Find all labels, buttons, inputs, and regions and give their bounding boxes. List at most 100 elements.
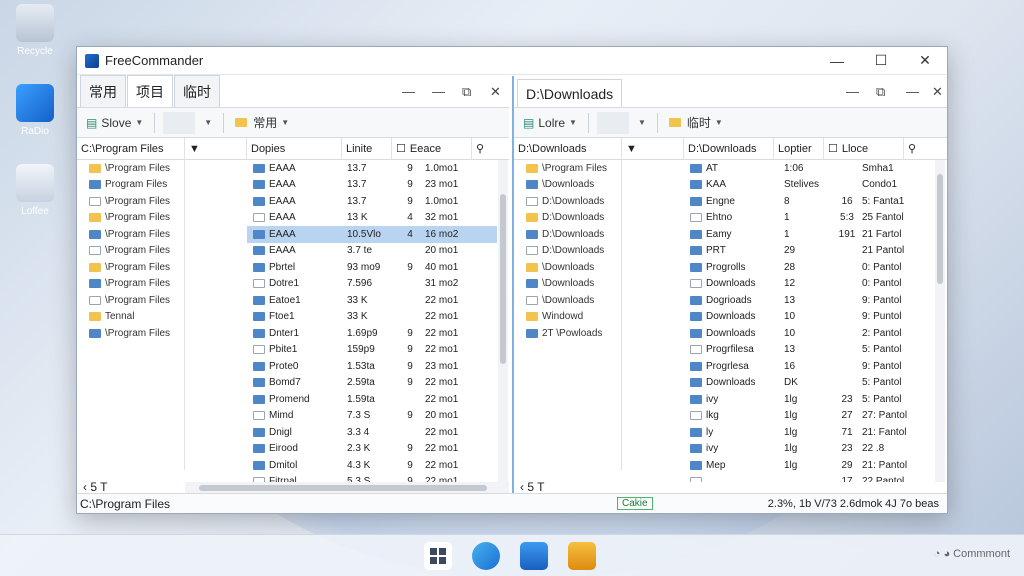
file-row[interactable]: Eamy 1 191 21 Fartol (684, 226, 934, 243)
file-row[interactable]: EAAA 13.7 9 1.0mo1 (247, 193, 497, 210)
column-type-header[interactable]: ☐ Lloce (824, 137, 904, 160)
column-size-header[interactable]: Linite (342, 137, 392, 160)
file-row[interactable]: Progrfilesa 13 5: Pantol (684, 342, 934, 359)
right-favorites-button[interactable]: 临时 ▼ (664, 112, 728, 134)
file-explorer-taskbar-icon[interactable] (568, 542, 596, 570)
file-row[interactable]: Promend 1.59ta 22 mo1 (247, 391, 497, 408)
tab-project[interactable]: 项目 (127, 75, 173, 107)
desktop-icon-radio[interactable]: RaDio (10, 84, 60, 137)
tree-item[interactable]: 2T \Powloads (514, 325, 621, 342)
tree-item[interactable]: \Program Files (77, 193, 184, 210)
tab-downloads[interactable]: D:\Downloads (517, 79, 623, 107)
tree-item[interactable]: \Program Files (77, 226, 184, 243)
tree-item[interactable]: \Program Files (77, 276, 184, 293)
file-row[interactable]: Mep 1lg 29 21: Pantol (684, 457, 934, 474)
maximize-button[interactable]: ☐ (859, 52, 903, 69)
tree-item[interactable]: D:\Downloads (514, 243, 621, 260)
file-row[interactable]: Fitrnal 5.3 S 9 22 mo1 (247, 474, 497, 482)
blank-dropdown[interactable] (163, 111, 196, 134)
tree-item[interactable]: \Downloads (514, 177, 621, 194)
file-row[interactable]: Dotre1 7.596 31 mo2 (247, 276, 497, 293)
pane-minimize-icon[interactable]: — (402, 84, 415, 99)
tree-header[interactable]: D:\Downloads (514, 137, 622, 160)
file-row[interactable]: EAAA 13.7 9 23 mo1 (247, 177, 497, 194)
left-favorites-button[interactable]: 常用 ▼ (230, 112, 294, 134)
file-row[interactable]: Eirood 2.3 K 9 22 mo1 (247, 441, 497, 458)
file-row[interactable]: Bomd7 2.59ta 9 22 mo1 (247, 375, 497, 392)
mail-taskbar-icon[interactable] (520, 542, 548, 570)
column-type-header[interactable]: ☐ Eeace (392, 137, 472, 160)
tree-item[interactable]: \Program Files (77, 325, 184, 342)
tree-header[interactable]: C:\Program Files (77, 137, 185, 160)
tree-item[interactable]: \Program Files (514, 160, 621, 177)
tree-item[interactable]: \Downloads (514, 292, 621, 309)
tree-item[interactable]: Tennal (77, 309, 184, 326)
file-row[interactable]: Downloads DK 5: Pantol (684, 375, 934, 392)
filter-icon[interactable]: ▼ (622, 137, 684, 160)
column-options-icon[interactable]: ⚲ (904, 138, 934, 160)
file-row[interactable]: Dnigl 3.3 4 22 mo1 (247, 424, 497, 441)
file-row[interactable]: EAAA 13 K 4 32 mo1 (247, 210, 497, 227)
file-row[interactable]: Eatoe1 33 K 22 mo1 (247, 292, 497, 309)
pane-minimize-icon[interactable]: — (906, 84, 919, 99)
file-row[interactable]: lkg 1lg 27 27: Pantol (684, 408, 934, 425)
tree-item[interactable]: \Program Files (77, 210, 184, 227)
chevron-down-icon[interactable]: ▼ (195, 112, 217, 134)
tree-item[interactable]: \Program Files (77, 292, 184, 309)
right-vertical-scrollbar[interactable] (935, 160, 945, 482)
pane-restore-icon[interactable]: ⧉ (462, 84, 471, 100)
tree-item[interactable]: \Downloads (514, 259, 621, 276)
file-row[interactable]: Progrlesa 16 9: Pantol (684, 358, 934, 375)
system-tray[interactable]: ◔ ◕ Commmont (934, 548, 1010, 560)
file-row[interactable]: EAAA 10.5Vlo 4 16 mo2 (247, 226, 497, 243)
scrollbar-thumb[interactable] (937, 174, 943, 284)
file-row[interactable]: Downloads 12 0: Pantol (684, 276, 934, 293)
desktop-icon-loffee[interactable]: Loffee (10, 164, 60, 217)
file-row[interactable]: Ftoe1 33 K 22 mo1 (247, 309, 497, 326)
file-row[interactable]: Engne 8 16 5: Fanta1 (684, 193, 934, 210)
file-row[interactable]: EAAA 3.7 te 20 mo1 (247, 243, 497, 260)
pane-minimize-icon[interactable]: — (846, 84, 859, 99)
minimize-button[interactable]: — (815, 53, 859, 69)
tree-item[interactable]: \Downloads (514, 276, 621, 293)
file-row[interactable]: Prote0 1.53ta 9 23 mo1 (247, 358, 497, 375)
close-button[interactable]: ✕ (903, 52, 947, 69)
start-button[interactable] (424, 542, 452, 570)
tree-item[interactable]: D:\Downloads (514, 193, 621, 210)
scrollbar-thumb[interactable] (500, 194, 506, 364)
right-sort-button[interactable]: ▤ Lolre ▼ (518, 112, 582, 134)
filter-icon[interactable]: ▼ (185, 137, 247, 160)
left-sort-button[interactable]: ▤ Slove ▼ (81, 112, 148, 134)
column-name-header[interactable]: D:\Downloads (684, 137, 774, 160)
pane-restore-icon[interactable]: ⧉ (876, 84, 885, 100)
file-row[interactable]: Dmitol 4.3 K 9 22 mo1 (247, 457, 497, 474)
tree-item[interactable]: D:\Downloads (514, 210, 621, 227)
column-name-header[interactable]: Dopies (247, 137, 342, 160)
tree-item[interactable]: Program Files (77, 177, 184, 194)
file-row[interactable]: Dnter1 1.69p9 9 22 mo1 (247, 325, 497, 342)
file-row[interactable]: 17 22 Pantol (684, 474, 934, 482)
file-row[interactable]: EAAA 13.7 9 1.0mo1 (247, 160, 497, 177)
browser-taskbar-icon[interactable] (472, 542, 500, 570)
file-row[interactable]: Progrolls 28 0: Pantol (684, 259, 934, 276)
desktop-icon-recycle[interactable]: Recycle (10, 4, 60, 57)
file-row[interactable]: ly 1lg 71 21: Fantol (684, 424, 934, 441)
file-row[interactable]: Downloads 10 9: Puntol (684, 309, 934, 326)
file-row[interactable]: Downloads 10 2: Pantol (684, 325, 934, 342)
chevron-down-icon[interactable]: ▼ (629, 112, 651, 134)
file-row[interactable]: KAA Stelives Condo1 (684, 177, 934, 194)
scrollbar-thumb[interactable] (199, 485, 487, 491)
pane-minimize-icon[interactable]: — (432, 84, 445, 99)
file-row[interactable]: Ehtno 1 5:3 25 Fantol (684, 210, 934, 227)
file-row[interactable]: AT 1:06 Smha1 (684, 160, 934, 177)
tree-item[interactable]: \Program Files (77, 259, 184, 276)
tree-item[interactable]: D:\Downloads (514, 226, 621, 243)
tree-item[interactable]: \Program Files (77, 243, 184, 260)
column-options-icon[interactable]: ⚲ (472, 138, 509, 160)
tree-item[interactable]: Windowd (514, 309, 621, 326)
file-row[interactable]: ivy 1lg 23 5: Pantol (684, 391, 934, 408)
file-row[interactable]: Dogrioads 13 9: Pantol (684, 292, 934, 309)
file-row[interactable]: PRT 29 21 Pantol (684, 243, 934, 260)
blank-dropdown[interactable] (596, 111, 629, 134)
pane-close-icon[interactable]: ✕ (490, 84, 501, 100)
